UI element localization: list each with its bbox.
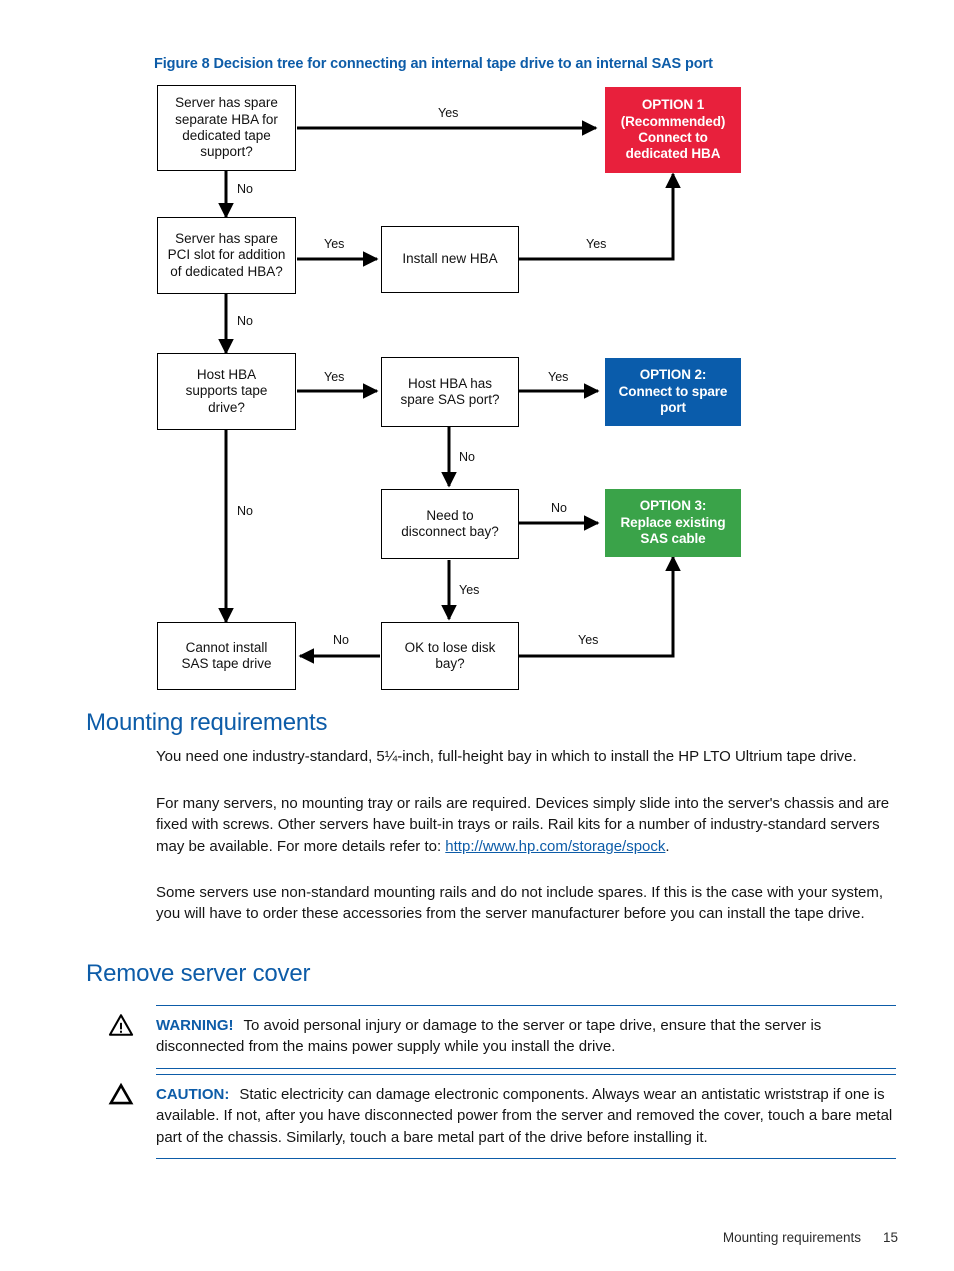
paragraph-text: You need one industry-standard, 5¼-inch,… [156, 748, 857, 765]
warning-text: To avoid personal injury or damage to th… [156, 1017, 822, 1056]
flow-node-spare-hba: Server has spare separate HBA for dedicate… [157, 85, 296, 171]
edge-label-no-8: No [333, 633, 349, 647]
flow-node-label: Cannot install SAS tape drive [181, 639, 272, 671]
edge-label-yes-3: Yes [586, 237, 607, 251]
flow-node-label: Host HBA supports tape drive? [185, 366, 268, 415]
flow-node-option-2: OPTION 2: Connect to spare port [605, 358, 741, 426]
edge-label-yes-6: Yes [459, 583, 480, 597]
flow-node-hba-spare-sas-port: Host HBA has spare SAS port? [381, 357, 519, 427]
page-footer: Mounting requirements 15 [723, 1230, 898, 1245]
edge-label-yes-1: Yes [438, 106, 459, 120]
paragraph-mounting-1: You need one industry-standard, 5¼-inch,… [156, 746, 896, 767]
flow-node-spare-pci-slot: Server has spare PCI slot for addition of … [157, 217, 296, 294]
flow-node-label: OPTION 1 (Recommended) Connect to dedicated… [620, 97, 726, 162]
spock-link[interactable]: http://www.hp.com/storage/spock [445, 838, 665, 855]
decision-tree-figure: Server has spare separate HBA for dedicate… [0, 0, 954, 700]
edge-label-no-5: No [459, 450, 475, 464]
paragraph-mounting-3: Some servers use non-standard mounting r… [156, 882, 896, 925]
flow-node-label: OPTION 3: Replace existing SAS cable [620, 498, 726, 547]
flow-node-label: OK to lose disk bay? [404, 639, 496, 671]
edge-label-yes-5: Yes [548, 370, 569, 384]
flow-node-label: Host HBA has spare SAS port? [400, 375, 500, 407]
paragraph-mounting-2: For many servers, no mounting tray or ra… [156, 793, 896, 857]
footer-page-number: 15 [882, 1230, 898, 1245]
flow-node-need-disconnect-bay: Need to disconnect bay? [381, 489, 519, 559]
flow-node-option-1: OPTION 1 (Recommended) Connect to dedicated… [605, 87, 741, 173]
edge-label-yes-2: Yes [324, 237, 345, 251]
flow-node-label: Server has spare PCI slot for addition of … [167, 230, 286, 279]
paragraph-text-tail: . [665, 837, 670, 855]
edge-label-yes-8: Yes [578, 633, 599, 647]
flow-node-label: Server has spare separate HBA for dedicate… [175, 95, 278, 160]
heading-mounting-requirements: Mounting requirements [86, 709, 328, 736]
flow-node-hba-supports-tape: Host HBA supports tape drive? [157, 353, 296, 430]
caution-triangle-icon [108, 1082, 134, 1105]
edge-label-yes-4: Yes [324, 370, 345, 384]
paragraph-text: Some servers use non-standard mounting r… [156, 884, 884, 923]
edge-label-no-4: No [237, 504, 253, 518]
edge-label-no-6: No [551, 501, 567, 515]
flow-node-install-new-hba: Install new HBA [381, 226, 519, 293]
flow-node-label: Install new HBA [402, 251, 498, 267]
caution-text: Static electricity can damage electronic… [156, 1086, 893, 1146]
flow-node-cannot-install: Cannot install SAS tape drive [157, 622, 296, 690]
warning-label: WARNING! [156, 1017, 234, 1034]
warning-admonition: WARNING! To avoid personal injury or dama… [156, 1005, 896, 1069]
edge-label-no-1: No [237, 182, 253, 196]
edge-label-no-2: No [237, 314, 253, 328]
caution-label: CAUTION: [156, 1086, 230, 1103]
flow-node-label: OPTION 2: Connect to spare port [618, 367, 728, 416]
caution-admonition: CAUTION: Static electricity can damage el… [156, 1074, 896, 1160]
flow-node-label: Need to disconnect bay? [401, 507, 499, 539]
warning-triangle-icon [108, 1014, 134, 1036]
flow-node-ok-lose-disk-bay: OK to lose disk bay? [381, 622, 519, 690]
flow-node-option-3: OPTION 3: Replace existing SAS cable [605, 489, 741, 557]
footer-section-label: Mounting requirements [722, 1230, 861, 1245]
heading-remove-server-cover: Remove server cover [86, 960, 311, 987]
document-page: Figure 8 Decision tree for connecting an… [0, 0, 954, 1271]
